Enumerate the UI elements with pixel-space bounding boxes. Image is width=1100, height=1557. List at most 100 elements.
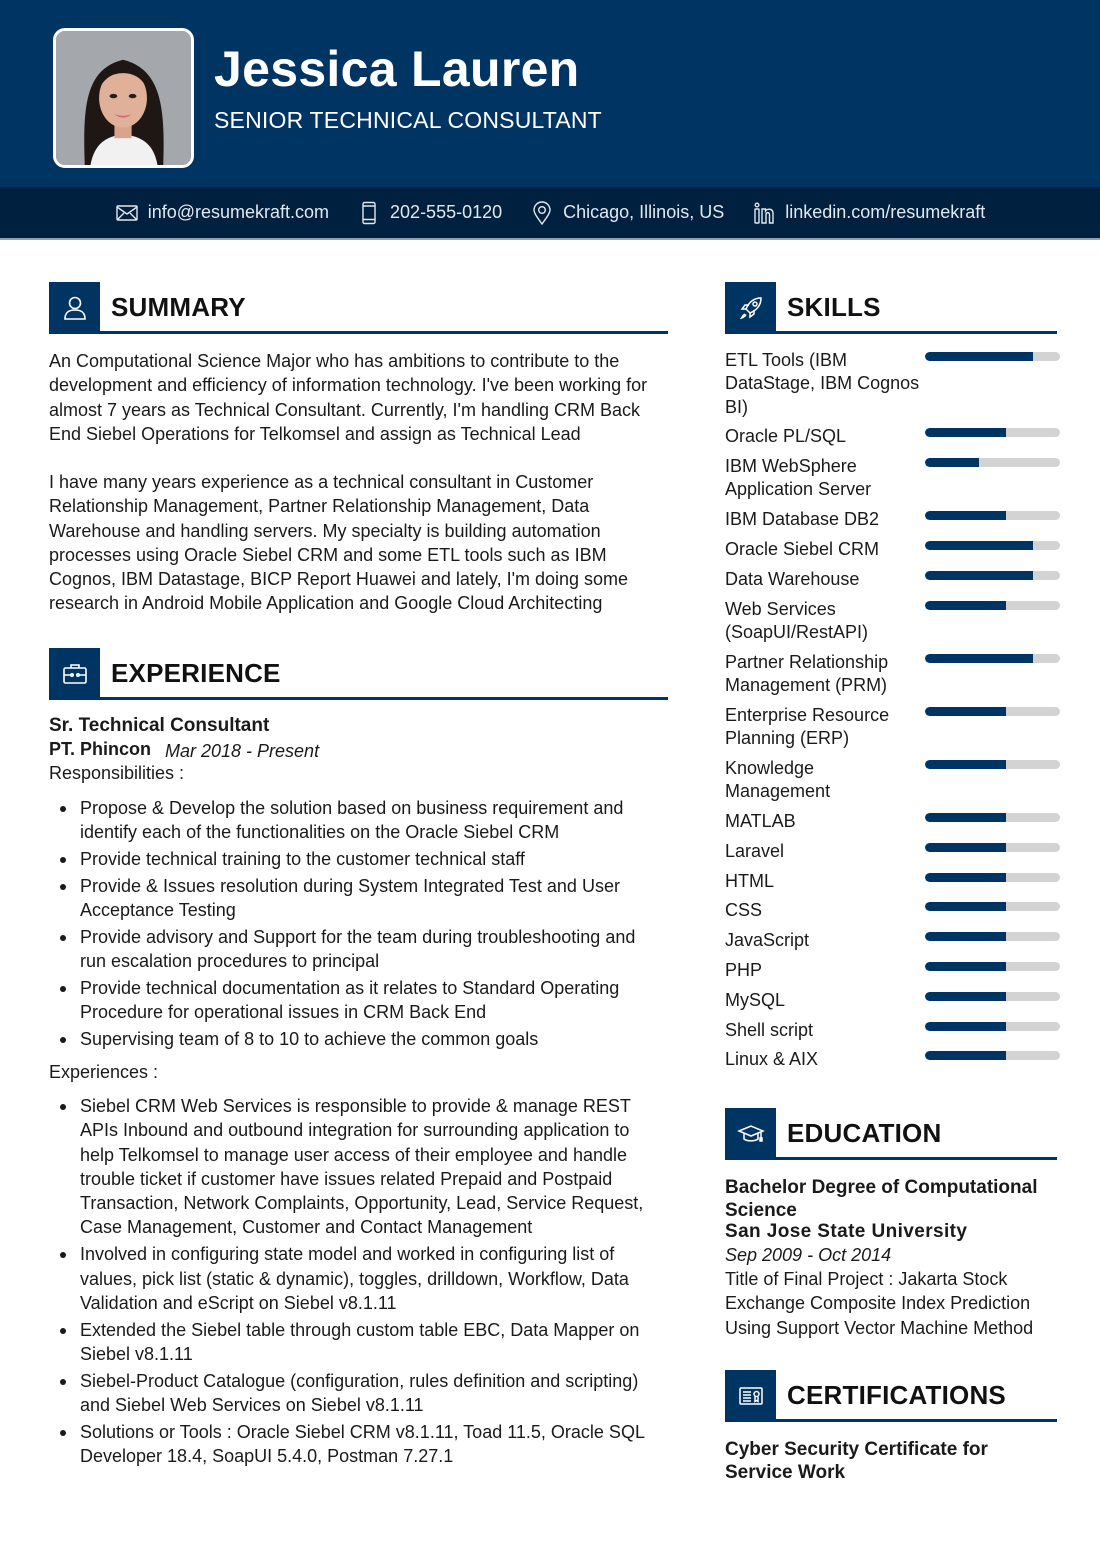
skill-level-bar <box>925 458 1060 468</box>
skill-level-bar <box>925 428 1060 438</box>
skill-row: IBM Database DB2 <box>725 508 1060 531</box>
skill-level-fill <box>925 991 1006 1001</box>
contact-location[interactable]: Chicago, Illinois, US <box>530 200 724 225</box>
skill-name: Data Warehouse <box>725 568 860 589</box>
experience-item: Siebel CRM Web Services is responsible t… <box>49 1094 661 1240</box>
skill-level-fill <box>925 653 1033 663</box>
job-dates: Mar 2018 - Present <box>165 741 320 761</box>
experiences-label: Experiences : <box>49 1062 159 1082</box>
skill-level-fill <box>925 458 979 468</box>
skill-row: MySQL <box>725 989 1060 1012</box>
certifications-section-header: CERTIFICATIONS <box>725 1370 1057 1422</box>
responsibilities-label: Responsibilities : <box>49 763 185 783</box>
skills-icon-box <box>725 282 776 333</box>
skill-name: ETL Tools (IBM DataStage, IBM Cognos BI) <box>725 350 920 417</box>
skill-name: Linux & AIX <box>725 1049 819 1070</box>
location-pin-icon <box>533 200 551 225</box>
skill-row: JavaScript <box>725 929 1060 952</box>
experience-section-header: EXPERIENCE <box>49 648 668 700</box>
skill-level-fill <box>925 872 1006 882</box>
education-section-header: EDUCATION <box>725 1108 1057 1160</box>
skill-level-bar <box>925 653 1060 663</box>
responsibility-item: Provide advisory and Support for the tea… <box>49 925 659 974</box>
skill-name: MATLAB <box>725 811 796 832</box>
profile-photo <box>53 28 194 168</box>
education-description: Title of Final Project : Jakarta Stock E… <box>725 1269 1034 1338</box>
summary-section-header: SUMMARY <box>49 282 668 334</box>
skill-level-bar <box>925 511 1060 521</box>
skill-row: CSS <box>725 899 1060 922</box>
briefcase-icon <box>62 663 87 684</box>
contact-linkedin[interactable]: linkedin.com/resumekraft <box>752 201 985 225</box>
linkedin-icon <box>754 202 774 224</box>
skill-row: IBM WebSphere Application Server <box>725 455 1060 502</box>
skill-row: MATLAB <box>725 810 1060 833</box>
education-dates: Sep 2009 - Oct 2014 <box>725 1245 892 1265</box>
skill-level-bar <box>925 902 1060 912</box>
skill-name: Knowledge Management <box>725 757 831 802</box>
skill-level-fill <box>925 706 1006 716</box>
skill-level-bar <box>925 813 1060 823</box>
skill-level-fill <box>925 352 1033 361</box>
certifications-heading: CERTIFICATIONS <box>787 1380 1006 1410</box>
education-degree: Bachelor Degree of Computational Science <box>725 1177 1038 1221</box>
job-role: Sr. Technical Consultant <box>49 715 270 736</box>
skill-level-fill <box>925 902 1006 912</box>
skill-row: Enterprise Resource Planning (ERP) <box>725 704 1060 751</box>
education-heading: EDUCATION <box>787 1118 942 1148</box>
experience-icon-box <box>49 648 100 699</box>
skill-name: Enterprise Resource Planning (ERP) <box>725 704 890 749</box>
contact-phone[interactable]: 202-555-0120 <box>357 201 502 225</box>
skill-name: Laravel <box>725 840 785 861</box>
experience-item: Extended the Siebel table through custom… <box>49 1318 661 1367</box>
summary-icon-box <box>49 282 100 333</box>
skill-name: Shell script <box>725 1019 814 1040</box>
skill-level-bar <box>925 1021 1060 1031</box>
skills-heading: SKILLS <box>787 292 881 322</box>
skill-level-fill <box>925 600 1006 610</box>
email-text: info@resumekraft.com <box>147 202 330 222</box>
skill-row: Laravel <box>725 840 1060 863</box>
skill-row: Linux & AIX <box>725 1048 1060 1071</box>
skill-name: Web Services (SoapUI/RestAPI) <box>725 598 869 642</box>
responsibility-item: Provide & Issues resolution during Syste… <box>49 874 659 923</box>
skill-level-bar <box>925 706 1060 716</box>
responsibilities-list: Propose & Develop the solution based on … <box>49 796 659 1054</box>
skill-level-bar <box>925 759 1060 769</box>
skill-level-bar <box>925 1051 1060 1061</box>
experience-item: Siebel-Product Catalogue (configuration,… <box>49 1369 661 1418</box>
contact-email[interactable]: info@resumekraft.com <box>115 201 329 225</box>
summary-paragraph-2: I have many years experience as a techni… <box>49 472 629 614</box>
summary-heading: SUMMARY <box>111 292 246 322</box>
skill-level-bar <box>925 570 1060 580</box>
skill-level-fill <box>925 962 1006 972</box>
skill-name: Oracle Siebel CRM <box>725 539 880 560</box>
skill-name: IBM WebSphere Application Server <box>725 456 872 500</box>
skill-name: PHP <box>725 960 763 981</box>
phone-text: 202-555-0120 <box>390 202 503 222</box>
skill-row: Oracle Siebel CRM <box>725 538 1060 561</box>
skill-level-fill <box>925 541 1033 551</box>
responsibility-item: Propose & Develop the solution based on … <box>49 796 659 845</box>
certificate-icon <box>738 1386 763 1405</box>
skill-level-fill <box>925 932 1006 942</box>
skill-row: Partner Relationship Management (PRM) <box>725 651 1060 698</box>
skill-name: JavaScript <box>725 930 810 951</box>
skills-section-header: SKILLS <box>725 282 1057 334</box>
skill-level-bar <box>925 991 1060 1001</box>
skill-row: Oracle PL/SQL <box>725 425 1060 448</box>
skill-level-fill <box>925 428 1006 438</box>
skill-name: IBM Database DB2 <box>725 509 880 530</box>
envelope-icon <box>116 204 138 221</box>
skill-row: PHP <box>725 959 1060 982</box>
skills-list: ETL Tools (IBM DataStage, IBM Cognos BI)… <box>725 349 1060 1078</box>
certifications-icon-box <box>725 1370 776 1421</box>
user-icon <box>63 296 86 320</box>
skill-level-fill <box>925 759 1006 769</box>
rocket-icon <box>739 296 762 319</box>
skill-level-fill <box>925 1051 1006 1061</box>
responsibility-item: Provide technical training to the custom… <box>49 847 659 871</box>
skill-row: HTML <box>725 870 1060 893</box>
skill-name: CSS <box>725 900 763 921</box>
responsibility-item: Provide technical documentation as it re… <box>49 976 659 1025</box>
